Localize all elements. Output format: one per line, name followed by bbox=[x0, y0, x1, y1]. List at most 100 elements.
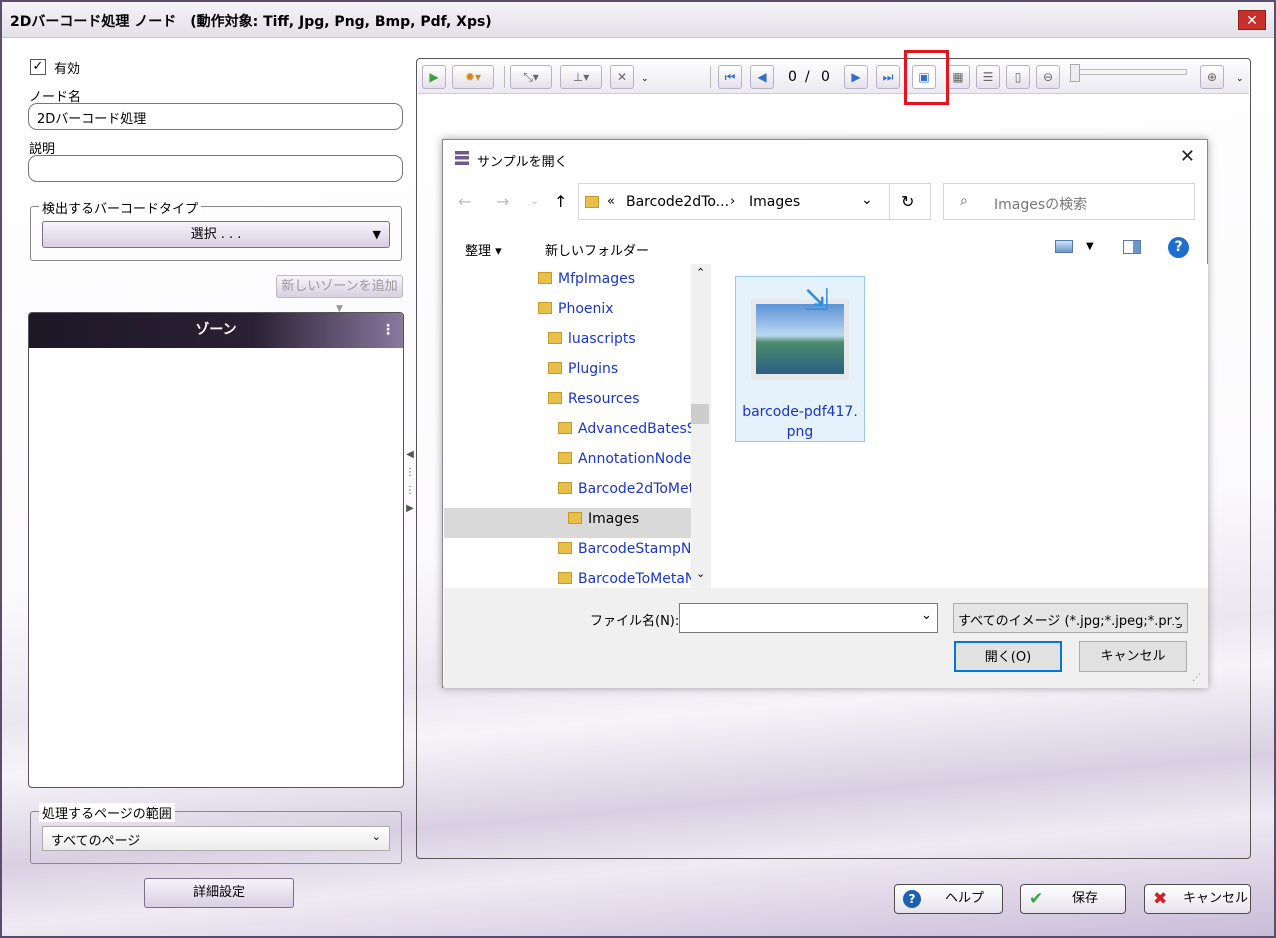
filename-input[interactable]: ⌄ bbox=[679, 603, 938, 633]
folder-icon bbox=[558, 482, 572, 494]
page-current: 0 bbox=[788, 69, 797, 85]
select-barcode-types-button[interactable]: 選択 . . . ▼ bbox=[42, 221, 390, 248]
chevron-down-icon: ⌄ bbox=[371, 830, 381, 843]
tree-item[interactable]: AnnotationNode bbox=[558, 451, 691, 467]
tree-item[interactable]: luascripts bbox=[548, 331, 636, 347]
folder-icon bbox=[568, 512, 582, 524]
dialog-cancel-button[interactable]: キャンセル bbox=[1079, 641, 1187, 672]
fit-page-icon[interactable]: ▦ bbox=[946, 65, 970, 89]
title-bar: 2Dバーコード処理 ノード (動作対象: Tiff, Jpg, Png, Bmp… bbox=[2, 2, 1274, 38]
folder-icon bbox=[548, 362, 562, 374]
file-item[interactable]: ⇲ barcode-pdf417. png bbox=[735, 276, 865, 442]
forward-arrow-icon[interactable]: → bbox=[496, 192, 509, 211]
close-window-button[interactable]: ✕ bbox=[1238, 10, 1266, 30]
address-bar[interactable]: « Barcode2dTo... › Images ⌄ ↻ bbox=[578, 183, 931, 220]
close-icon[interactable]: ✕ bbox=[1180, 146, 1195, 167]
page-range-select[interactable]: すべてのページ ⌄ bbox=[42, 826, 390, 851]
overflow-arrow-icon[interactable]: ⌄ bbox=[641, 74, 649, 84]
tree-item[interactable]: BarcodeStampNo bbox=[558, 541, 700, 557]
open-button[interactable]: 開く(O) bbox=[954, 641, 1062, 672]
tree-scrollbar[interactable]: ⌃ ⌄ bbox=[691, 264, 711, 588]
check-icon: ✔ bbox=[1029, 889, 1044, 909]
view-mode-icon[interactable] bbox=[1055, 240, 1073, 253]
breadcrumb-parent[interactable]: Barcode2dTo... bbox=[626, 194, 729, 210]
tree-item[interactable]: Phoenix bbox=[538, 301, 614, 317]
kebab-menu-icon[interactable]: ⋮ bbox=[381, 313, 395, 348]
tree-item[interactable]: BarcodeToMetaN bbox=[558, 571, 695, 587]
barcode-types-legend: 検出するバーコードタイプ bbox=[39, 198, 202, 217]
last-page-icon[interactable]: ⏭ bbox=[876, 65, 900, 89]
fit-width-icon[interactable]: ☰ bbox=[976, 65, 1000, 89]
node-name-field[interactable]: 2Dバーコード処理 bbox=[28, 103, 403, 130]
description-field[interactable] bbox=[28, 155, 403, 182]
select-tool-icon[interactable]: ⤡▾ bbox=[510, 65, 552, 89]
splitter-handle[interactable]: ◀ ⋮ ⋮ ▶ bbox=[405, 446, 415, 526]
organize-menu[interactable]: 整理 ▾ bbox=[465, 240, 502, 259]
folder-tree: MfpImages Phoenix luascripts Plugins Res… bbox=[444, 264, 710, 588]
breadcrumb-separator[interactable]: › bbox=[730, 194, 735, 209]
save-button[interactable]: ✔ 保存 bbox=[1020, 884, 1126, 914]
first-page-icon[interactable]: ⏮ bbox=[718, 65, 742, 89]
cancel-button[interactable]: ✖ キャンセル bbox=[1144, 884, 1251, 914]
breadcrumb-prefix[interactable]: « bbox=[607, 194, 615, 209]
filetype-select[interactable]: すべてのイメージ (*.jpg;*.jpeg;*.png ⌄ bbox=[953, 603, 1188, 633]
previous-page-icon[interactable]: ◀ bbox=[750, 65, 774, 89]
enabled-checkbox[interactable]: ✓ bbox=[30, 59, 46, 75]
chevron-down-icon: ⌄ bbox=[1172, 609, 1183, 624]
tree-item[interactable]: MfpImages bbox=[538, 271, 635, 287]
zoom-slider-thumb[interactable] bbox=[1070, 64, 1080, 82]
up-arrow-icon[interactable]: ↑ bbox=[554, 192, 567, 211]
run-icon[interactable]: ▶ bbox=[422, 65, 446, 89]
folder-icon bbox=[558, 542, 572, 554]
chevron-down-icon[interactable]: ⌄ bbox=[921, 608, 932, 623]
overflow-arrow-icon[interactable]: ⌄ bbox=[1236, 74, 1244, 84]
folder-icon bbox=[558, 422, 572, 434]
help-icon[interactable]: ? bbox=[1168, 237, 1189, 258]
scroll-thumb[interactable] bbox=[691, 404, 709, 424]
tree-item[interactable]: AdvancedBatesSt bbox=[558, 421, 701, 437]
highlight-box bbox=[904, 50, 949, 105]
cancel-label: キャンセル bbox=[1183, 891, 1249, 906]
app-icon bbox=[455, 151, 469, 165]
window-title: 2Dバーコード処理 ノード (動作対象: Tiff, Jpg, Png, Bmp… bbox=[10, 14, 492, 30]
scroll-down-icon[interactable]: ⌄ bbox=[696, 567, 705, 580]
zoom-in-icon[interactable]: ⊕ bbox=[1200, 65, 1224, 89]
search-box[interactable]: ⌕ Imagesの検索 bbox=[943, 183, 1195, 220]
advanced-settings-button[interactable]: 詳細設定 bbox=[144, 878, 294, 908]
recent-dropdown-icon[interactable]: ⌄ bbox=[530, 194, 539, 207]
select-button-label: 選択 . . . bbox=[190, 227, 242, 242]
new-folder-button[interactable]: 新しいフォルダー bbox=[545, 240, 649, 259]
folder-icon bbox=[538, 302, 552, 314]
folder-icon bbox=[585, 196, 599, 208]
chevron-down-icon[interactable]: ⌄ bbox=[861, 192, 873, 208]
next-page-icon[interactable]: ▶ bbox=[844, 65, 868, 89]
open-sample-dialog: サンプルを開く ✕ ← → ⌄ ↑ « Barcode2dTo... › Ima… bbox=[442, 139, 1208, 688]
zoom-slider[interactable] bbox=[1072, 69, 1187, 75]
resize-grip-icon[interactable]: ⋰ bbox=[1192, 673, 1201, 683]
tree-item-selected[interactable]: Images bbox=[568, 511, 639, 527]
add-zone-button[interactable]: 新しいゾーンを追加 ▼ bbox=[276, 275, 403, 314]
zoom-out-icon[interactable]: ⊖ bbox=[1036, 65, 1060, 89]
x-icon: ✖ bbox=[1153, 889, 1168, 909]
page-range-legend: 処理するページの範囲 bbox=[39, 803, 175, 822]
tree-item[interactable]: Plugins bbox=[548, 361, 618, 377]
fit-height-icon[interactable]: ▯ bbox=[1006, 65, 1030, 89]
page-range-value: すべてのページ bbox=[51, 834, 141, 849]
folder-icon bbox=[548, 392, 562, 404]
back-arrow-icon[interactable]: ← bbox=[458, 192, 471, 211]
folder-icon bbox=[558, 452, 572, 464]
help-button[interactable]: ? ヘルプ bbox=[894, 884, 1003, 914]
delete-icon[interactable]: ✕ bbox=[610, 65, 634, 89]
gear-icon[interactable]: ✹▾ bbox=[452, 65, 494, 89]
page-separator: / bbox=[805, 69, 810, 85]
tree-item[interactable]: Barcode2dToMet bbox=[558, 481, 694, 497]
folder-icon bbox=[538, 272, 552, 284]
help-icon: ? bbox=[903, 890, 921, 908]
stamp-tool-icon[interactable]: ⊥▾ bbox=[560, 65, 602, 89]
dropdown-arrow-icon[interactable]: ▼ bbox=[1086, 241, 1094, 252]
scroll-up-icon[interactable]: ⌃ bbox=[696, 266, 705, 279]
refresh-icon[interactable]: ↻ bbox=[901, 192, 914, 211]
preview-pane-icon[interactable] bbox=[1123, 240, 1141, 254]
breadcrumb-current[interactable]: Images bbox=[749, 194, 800, 210]
tree-item[interactable]: Resources bbox=[548, 391, 640, 407]
